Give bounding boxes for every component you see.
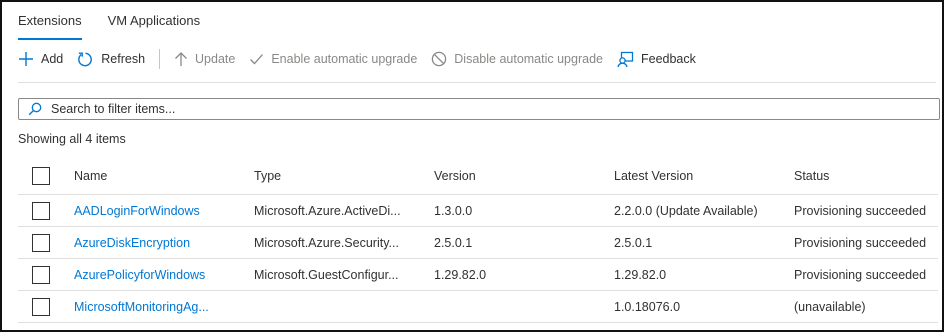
arrow-up-icon	[175, 52, 187, 66]
feedback-button[interactable]: Feedback	[617, 51, 696, 68]
refresh-icon	[78, 52, 93, 66]
extension-name-link[interactable]: MicrosoftMonitoringAg...	[74, 300, 244, 314]
table-row: MicrosoftMonitoringAg... 1.0.18076.0 (un…	[18, 291, 938, 323]
disable-automatic-upgrade-label: Disable automatic upgrade	[454, 52, 603, 66]
extensions-table: Name Type Version Latest Version Status …	[18, 158, 938, 323]
toolbar-divider	[159, 49, 161, 69]
extension-latest-version: 2.2.0.0 (Update Available)	[614, 203, 758, 218]
extension-name-link[interactable]: AzureDiskEncryption	[74, 236, 244, 250]
tab-extensions[interactable]: Extensions	[18, 12, 82, 40]
checkmark-icon	[250, 54, 264, 65]
command-bar: Add Refresh Update Enable automatic upgr…	[18, 46, 710, 72]
column-header-status[interactable]: Status	[794, 169, 934, 183]
filter-search-box[interactable]	[18, 98, 940, 120]
add-icon	[19, 52, 33, 66]
enable-automatic-upgrade-button[interactable]: Enable automatic upgrade	[249, 52, 417, 66]
disable-automatic-upgrade-button[interactable]: Disable automatic upgrade	[431, 51, 603, 67]
extension-type: Microsoft.GuestConfigur...	[254, 267, 399, 282]
extension-status: Provisioning succeeded	[794, 203, 927, 218]
search-input[interactable]	[51, 100, 939, 118]
circle-slash-icon	[432, 51, 447, 67]
row-checkbox[interactable]	[32, 297, 50, 316]
feedback-icon	[617, 51, 634, 67]
table-header-row: Name Type Version Latest Version Status	[18, 158, 938, 195]
add-label: Add	[41, 52, 64, 66]
extension-version: 1.3.0.0	[434, 203, 473, 218]
add-button[interactable]: Add	[18, 51, 63, 67]
item-count-text: Showing all 4 items	[18, 132, 126, 146]
row-checkbox[interactable]	[32, 201, 50, 220]
column-header-type[interactable]: Type	[254, 169, 404, 183]
update-label: Update	[195, 52, 236, 66]
table-row: AzurePolicyforWindows Microsoft.GuestCon…	[18, 259, 938, 291]
refresh-label: Refresh	[101, 52, 146, 66]
column-header-latest-version[interactable]: Latest Version	[614, 169, 784, 183]
extension-status: Provisioning succeeded	[794, 267, 927, 282]
extension-latest-version: 2.5.0.1	[614, 235, 653, 250]
refresh-button[interactable]: Refresh	[77, 51, 145, 68]
row-checkbox[interactable]	[32, 233, 50, 252]
column-header-version[interactable]: Version	[434, 169, 594, 183]
column-header-name[interactable]: Name	[74, 169, 244, 183]
tab-vm-applications[interactable]: VM Applications	[108, 12, 201, 37]
table-row: AADLoginForWindows Microsoft.Azure.Activ…	[18, 195, 938, 227]
feedback-label: Feedback	[640, 52, 696, 66]
extension-status: Provisioning succeeded	[794, 235, 927, 250]
toolbar-divider-line	[18, 82, 936, 83]
table-row: AzureDiskEncryption Microsoft.Azure.Secu…	[18, 227, 938, 259]
row-checkbox[interactable]	[32, 265, 50, 284]
tab-bar: Extensions VM Applications	[18, 12, 226, 40]
extension-latest-version: 1.0.18076.0	[614, 299, 681, 314]
search-icon	[28, 102, 42, 116]
extension-version: 2.5.0.1	[434, 235, 473, 250]
extension-latest-version: 1.29.82.0	[614, 267, 667, 282]
extension-status: (unavailable)	[794, 299, 866, 314]
extension-name-link[interactable]: AzurePolicyforWindows	[74, 268, 244, 282]
extension-type: Microsoft.Azure.Security...	[254, 235, 399, 250]
extension-type: Microsoft.Azure.ActiveDi...	[254, 203, 401, 218]
update-button[interactable]: Update	[174, 51, 235, 67]
select-all-checkbox[interactable]	[32, 167, 50, 185]
extensions-panel: Extensions VM Applications Add Refresh U…	[0, 0, 944, 332]
extension-version: 1.29.82.0	[434, 267, 487, 282]
enable-automatic-upgrade-label: Enable automatic upgrade	[271, 52, 418, 66]
extension-name-link[interactable]: AADLoginForWindows	[74, 204, 244, 218]
